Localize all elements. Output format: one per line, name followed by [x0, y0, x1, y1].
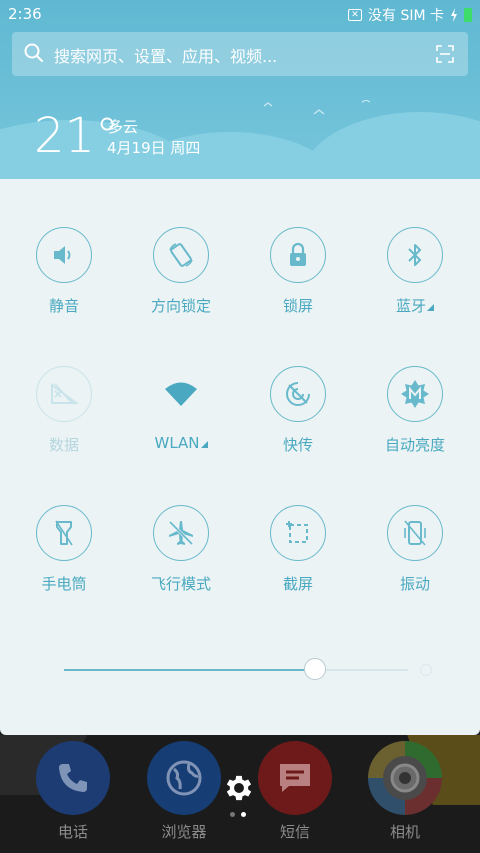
- tile-label: 飞行模式: [150, 575, 211, 593]
- search-input[interactable]: 搜索网页、设置、应用、视频...: [54, 43, 277, 67]
- camera-icon: [368, 741, 442, 815]
- tile-label: WLAN: [131, 434, 231, 452]
- birds-icon: [263, 100, 371, 115]
- menu-indicator-icon: [427, 304, 434, 311]
- tile-icon-circle: [270, 505, 326, 561]
- tile-icon-circle: [153, 366, 209, 422]
- tile-flashlight[interactable]: 手电筒: [14, 505, 114, 594]
- tile-mobile-data[interactable]: 数据: [14, 366, 114, 455]
- quick-settings-panel: 静音 方向锁定 锁屏 蓝牙 数据 WLAN 快传 自动亮度 手电筒 飞行模式 截…: [0, 179, 480, 735]
- brightness-max-icon: [420, 664, 432, 676]
- tile-icon-circle: [153, 505, 209, 561]
- weather-date: 4月19日 周四: [107, 139, 201, 157]
- tile-screenshot[interactable]: 截屏: [248, 505, 348, 594]
- tile-rotation-lock[interactable]: 方向锁定: [131, 227, 231, 316]
- carrier-text: 没有 SIM 卡: [368, 8, 444, 24]
- dock-app-messages[interactable]: 短信: [245, 741, 345, 842]
- screenshot-icon: [286, 521, 308, 543]
- status-icons: ✕ 没有 SIM 卡: [348, 5, 472, 25]
- tile-icon-circle: [387, 227, 443, 283]
- speaker-icon: [54, 246, 71, 264]
- auto-brightness-icon: [401, 380, 429, 408]
- tile-icon-circle: [387, 366, 443, 422]
- brightness-slider-fill: [64, 669, 316, 671]
- dock-app-camera[interactable]: 相机: [355, 741, 455, 842]
- search-bar[interactable]: 搜索网页、设置、应用、视频...: [12, 32, 468, 76]
- scan-icon[interactable]: [436, 45, 454, 63]
- mobile-data-icon: [51, 383, 79, 405]
- bluetooth-icon: [408, 244, 421, 266]
- globe-icon: [147, 741, 221, 815]
- settings-gear-icon[interactable]: [222, 771, 256, 805]
- airplane-icon: [168, 520, 194, 546]
- tile-mute[interactable]: 静音: [14, 227, 114, 316]
- tile-label: 方向锁定: [150, 297, 211, 315]
- brightness-slider[interactable]: [64, 658, 408, 680]
- wifi-icon: [165, 382, 197, 406]
- tile-icon-circle: [387, 505, 443, 561]
- tile-icon-circle: [270, 366, 326, 422]
- tile-label: 自动亮度: [384, 436, 445, 454]
- tile-vibrate[interactable]: 振动: [365, 505, 465, 594]
- menu-indicator-icon: [200, 441, 208, 448]
- tile-label: 数据: [48, 436, 79, 454]
- tile-label: 静音: [48, 297, 79, 315]
- tile-label: 蓝牙: [365, 295, 465, 316]
- dock-app-phone[interactable]: 电话: [23, 741, 123, 842]
- dock-app-browser[interactable]: 浏览器: [134, 741, 234, 842]
- tile-icon-circle: [36, 227, 92, 283]
- weather-header: 2:36 ✕ 没有 SIM 卡 搜索网页、设置、应用、视频... 21° 多云 …: [0, 0, 480, 180]
- tile-label-text: WLAN: [154, 434, 200, 452]
- tile-auto-brightness[interactable]: 自动亮度: [365, 366, 465, 455]
- tile-wlan[interactable]: WLAN: [131, 366, 231, 452]
- tile-label: 锁屏: [282, 297, 313, 315]
- page-indicator: [230, 812, 246, 817]
- tile-icon-circle: [36, 505, 92, 561]
- quick-transfer-icon: [286, 382, 310, 406]
- tile-icon-circle: [270, 227, 326, 283]
- weather-condition: 多云: [108, 118, 139, 136]
- status-time: 2:36: [8, 5, 42, 23]
- dock-app-label: 浏览器: [161, 823, 207, 841]
- search-icon: [24, 43, 43, 62]
- tile-bluetooth[interactable]: 蓝牙: [365, 227, 465, 316]
- tile-label: 手电筒: [41, 575, 87, 593]
- tile-label: 振动: [399, 575, 430, 593]
- tile-airplane-mode[interactable]: 飞行模式: [131, 505, 231, 594]
- dock-app-label: 短信: [279, 823, 310, 841]
- page-dot: [230, 812, 235, 817]
- tile-label: 快传: [282, 436, 313, 454]
- dock-app-label: 电话: [57, 823, 88, 841]
- no-sim-icon: ✕: [348, 9, 362, 21]
- rotation-lock-icon: [169, 243, 193, 267]
- charging-icon: [451, 8, 457, 22]
- status-bar: 2:36 ✕ 没有 SIM 卡: [0, 0, 480, 28]
- tile-quick-transfer[interactable]: 快传: [248, 366, 348, 455]
- brightness-slider-thumb[interactable]: [304, 658, 327, 680]
- home-dock: 电话 浏览器 短信 相机: [0, 735, 480, 853]
- battery-icon: [464, 8, 472, 22]
- message-icon: [258, 741, 332, 815]
- tile-icon-circle: [153, 227, 209, 283]
- tile-label-text: 蓝牙: [395, 297, 426, 315]
- dock-app-label: 相机: [389, 823, 420, 841]
- vibrate-icon: [404, 520, 426, 546]
- lock-icon: [290, 242, 306, 266]
- flashlight-icon: [55, 520, 73, 546]
- page-dot-active: [241, 812, 246, 817]
- phone-icon: [36, 741, 110, 815]
- tile-label: 截屏: [282, 575, 313, 593]
- tile-icon-circle: [36, 366, 92, 422]
- tile-lock-screen[interactable]: 锁屏: [248, 227, 348, 316]
